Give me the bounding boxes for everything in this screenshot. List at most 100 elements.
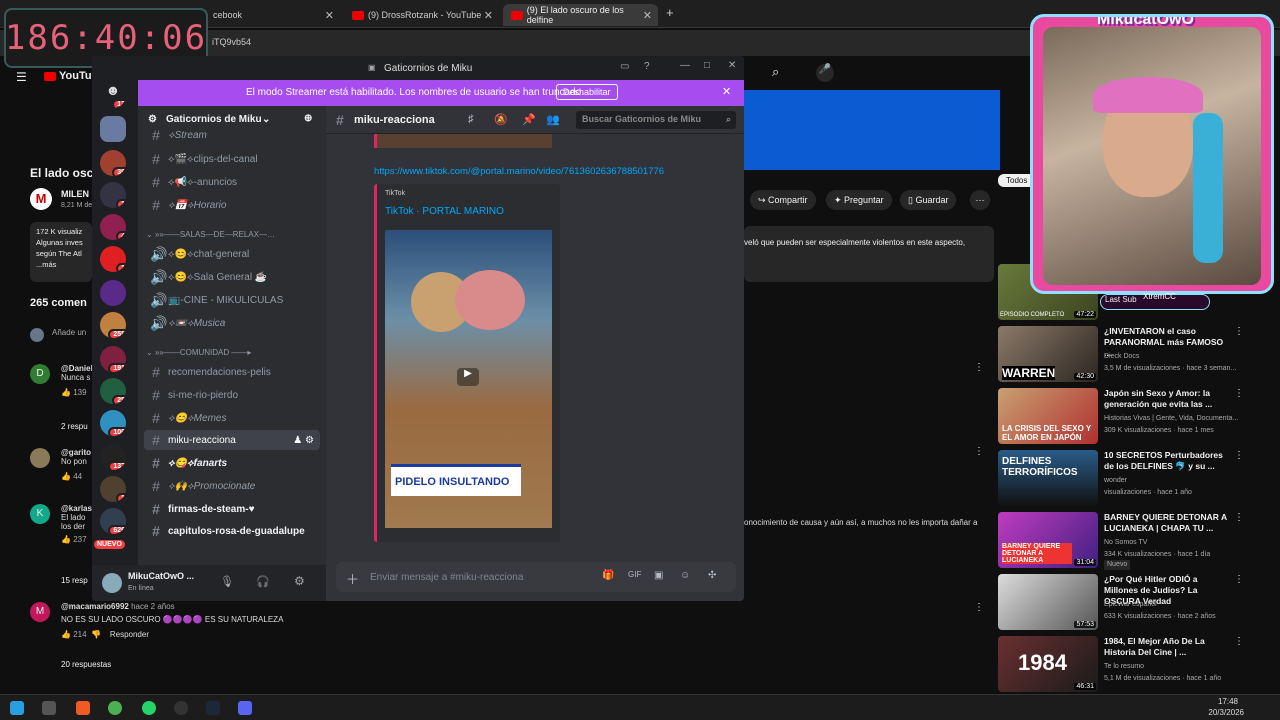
apps-icon[interactable]: ✣ (708, 570, 716, 581)
add-attachment-icon[interactable]: ＋ (346, 569, 359, 588)
browser-tab-active[interactable]: (9) El lado oscuro de los delfine ✕ (503, 4, 658, 26)
channel-item[interactable]: # ⟡🙌⟡Promocionate (144, 476, 320, 496)
avatar[interactable] (102, 573, 122, 593)
chrome-icon[interactable] (108, 701, 122, 715)
more-vert-icon[interactable]: ⋮ (974, 362, 984, 373)
recommended-video[interactable]: DELFINES TERRORÍFICOS 10 SECRETOS Pertur… (998, 450, 1278, 508)
whatsapp-icon[interactable] (142, 701, 156, 715)
video-title[interactable]: 1984, El Mejor Año De La Historia Del Ci… (1104, 636, 1230, 658)
close-icon[interactable]: ✕ (484, 9, 493, 22)
close-icon[interactable]: ✕ (722, 85, 731, 98)
more-icon[interactable]: ⋯ (970, 190, 990, 210)
task-view-icon[interactable] (42, 701, 56, 715)
channel-item[interactable]: # ⟡😊⟡Memes (144, 408, 320, 428)
threads-icon[interactable]: ♯ (468, 113, 474, 125)
disable-streamer-button[interactable]: Deshabilitar (556, 84, 618, 100)
video-channel[interactable]: Te lo resumo (1104, 662, 1244, 672)
obs-icon[interactable] (174, 701, 188, 715)
more-vert-icon[interactable]: ⋮ (1234, 388, 1244, 399)
share-button[interactable]: ↪ Compartir (750, 190, 816, 210)
voice-channel-item[interactable]: 🔊 ⟡😊⟡Sala General ☕ (144, 267, 320, 287)
gift-icon[interactable]: 🎁 (602, 570, 614, 581)
server-icon[interactable]: 191 (100, 346, 126, 372)
more-vert-icon[interactable]: ⋮ (1234, 512, 1244, 523)
more-vert-icon[interactable]: ⋮ (974, 446, 984, 457)
video-thumbnail[interactable]: 57:53 (998, 574, 1098, 630)
channel-item[interactable]: # ⟡😋⟡fanarts (144, 453, 320, 473)
server-icon[interactable]: 1 (100, 182, 126, 208)
invite-settings-icons[interactable]: ♟ ⚙ (293, 435, 320, 446)
video-player-edge[interactable] (744, 90, 1000, 170)
video-channel[interactable]: No Somos TV (1104, 538, 1244, 548)
server-icon[interactable]: 39 (100, 150, 126, 176)
channel-item-selected[interactable]: # miku-reacciona ♟ ⚙ (144, 430, 320, 450)
recommended-video[interactable]: 1984 46:31 1984, El Mejor Año De La Histo… (998, 636, 1278, 694)
minimize-icon[interactable]: — (680, 60, 690, 71)
replies-link[interactable]: 15 resp (61, 576, 88, 585)
menu-icon[interactable]: ☰ (16, 70, 27, 84)
recommended-video[interactable]: BARNEY QUIERE DETONAR A LUCIANEKA 31:04 B… (998, 512, 1278, 570)
headphones-icon[interactable]: 🎧 (256, 575, 270, 588)
video-title[interactable]: Japón sin Sexo y Amor: la generación que… (1104, 388, 1230, 410)
steam-icon[interactable] (206, 701, 220, 715)
close-icon[interactable]: ✕ (643, 9, 652, 22)
inbox-icon[interactable]: ▭ (620, 61, 629, 72)
video-channel[interactable]: Dieck Docs (1104, 352, 1244, 362)
play-icon[interactable]: ▶ (457, 368, 479, 386)
search-input[interactable]: Buscar Gaticornios de Miku ⌕ (576, 111, 736, 129)
embed-video-thumbnail[interactable]: ▶ PIDELO INSULTANDO (385, 230, 552, 528)
channel-item[interactable]: # firmas-de-steam-♥ (144, 499, 320, 519)
voice-channel-item[interactable]: 🔊 📺-CINE - MIKULICULAS (144, 290, 320, 310)
brave-icon[interactable] (76, 701, 90, 715)
category-salas[interactable]: ⌄ »»——SALAS—DE—RELAX—… (146, 230, 275, 239)
video-channel[interactable]: wonder (1104, 476, 1244, 486)
pin-icon[interactable]: 📌 (522, 113, 536, 126)
server-icon[interactable]: 255 (100, 312, 126, 338)
server-icon-active[interactable] (100, 116, 126, 142)
server-icon[interactable]: 1 (100, 246, 126, 272)
browser-tab[interactable]: cebook ✕ (205, 4, 340, 26)
server-icon[interactable]: 137 (100, 444, 126, 470)
channel-item[interactable]: # capitulos-rosa-de-guadalupe (144, 521, 320, 541)
channel-item[interactable]: # recomendaciones-pelis (144, 362, 320, 382)
category-comunidad[interactable]: ⌄ »»——COMUNIDAD ——▸ (146, 348, 251, 357)
windows-start-icon[interactable] (10, 701, 24, 715)
channel-name[interactable]: MILEN (61, 189, 89, 199)
maximize-icon[interactable]: □ (704, 60, 710, 71)
discord-icon[interactable] (238, 701, 252, 715)
help-icon[interactable]: ? (644, 61, 650, 72)
add-member-icon[interactable]: ⊕ (304, 113, 312, 124)
description-box[interactable]: veló que pueden ser especialmente violen… (744, 226, 994, 282)
video-title[interactable]: 10 SECRETOS Perturbadores de los DELFINE… (1104, 450, 1230, 472)
channel-avatar[interactable]: M (30, 188, 52, 210)
more-vert-icon[interactable]: ⋮ (1234, 636, 1244, 647)
video-thumbnail[interactable]: DELFINES TERRORÍFICOS (998, 450, 1098, 506)
server-icon[interactable]: 25 (100, 378, 126, 404)
replies-link[interactable]: 2 respu (61, 422, 88, 431)
add-comment-input[interactable]: Añade un (52, 328, 86, 337)
reply-button[interactable]: Responder (110, 630, 149, 639)
browser-tab[interactable]: (9) DrossRotzank - YouTube ✕ (344, 4, 499, 26)
video-title[interactable]: BARNEY QUIERE DETONAR A LUCIANEKA | CHAP… (1104, 512, 1230, 534)
microphone-icon[interactable]: 🎤 (816, 64, 834, 82)
channel-item[interactable]: # ⟡📅⟡Horario (144, 195, 320, 215)
server-icon[interactable] (100, 280, 126, 306)
emoji-icon[interactable]: ☺ (680, 570, 690, 581)
members-icon[interactable]: 👥 (546, 113, 560, 126)
description-box[interactable]: 172 K visualiz Algunas inves según The A… (30, 222, 92, 282)
more-vert-icon[interactable]: ⋮ (1234, 574, 1244, 585)
microphone-icon[interactable]: 🎙 (220, 575, 234, 588)
video-channel[interactable]: EpicWar español (1104, 600, 1244, 610)
more-vert-icon[interactable]: ⋮ (974, 602, 984, 613)
new-tab-button[interactable]: + (666, 5, 674, 20)
close-icon[interactable]: ✕ (325, 9, 334, 22)
tiktok-link[interactable]: https://www.tiktok.com/@portal.marino/vi… (374, 166, 664, 177)
search-icon[interactable]: ⌕ (772, 64, 788, 80)
server-icon[interactable]: 1 (100, 476, 126, 502)
close-icon[interactable]: ✕ (728, 60, 736, 71)
channel-item[interactable]: # ⟡🎬⟡clips-del-canal (144, 149, 320, 169)
gif-icon[interactable]: GIF (628, 570, 641, 579)
notifications-icon[interactable]: 🔕 (494, 113, 508, 126)
channel-item[interactable]: # si-me-rio-pierdo (144, 385, 320, 405)
gear-icon[interactable]: ⚙ (294, 574, 305, 588)
